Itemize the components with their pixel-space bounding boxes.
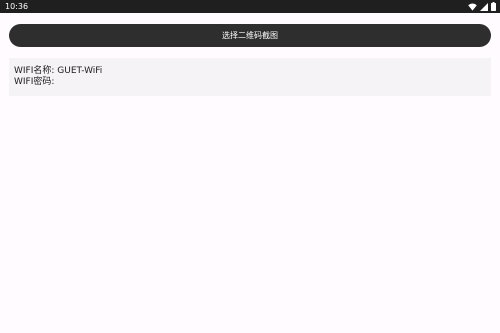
status-icons — [468, 2, 496, 11]
select-qr-screenshot-button[interactable]: 选择二维码截图 — [9, 24, 491, 47]
wifi-name-text: WIFI名称: GUET-WiFi — [14, 66, 103, 76]
status-bar: 10:36 — [0, 0, 500, 13]
wifi-icon — [468, 3, 477, 11]
signal-icon — [480, 2, 488, 11]
wifi-result-panel: WIFI名称: GUET-WiFi WIFI密码: — [9, 58, 491, 96]
battery-icon — [491, 2, 496, 11]
status-time: 10:36 — [5, 2, 29, 11]
wifi-password-text: WIFI密码: — [14, 77, 55, 87]
